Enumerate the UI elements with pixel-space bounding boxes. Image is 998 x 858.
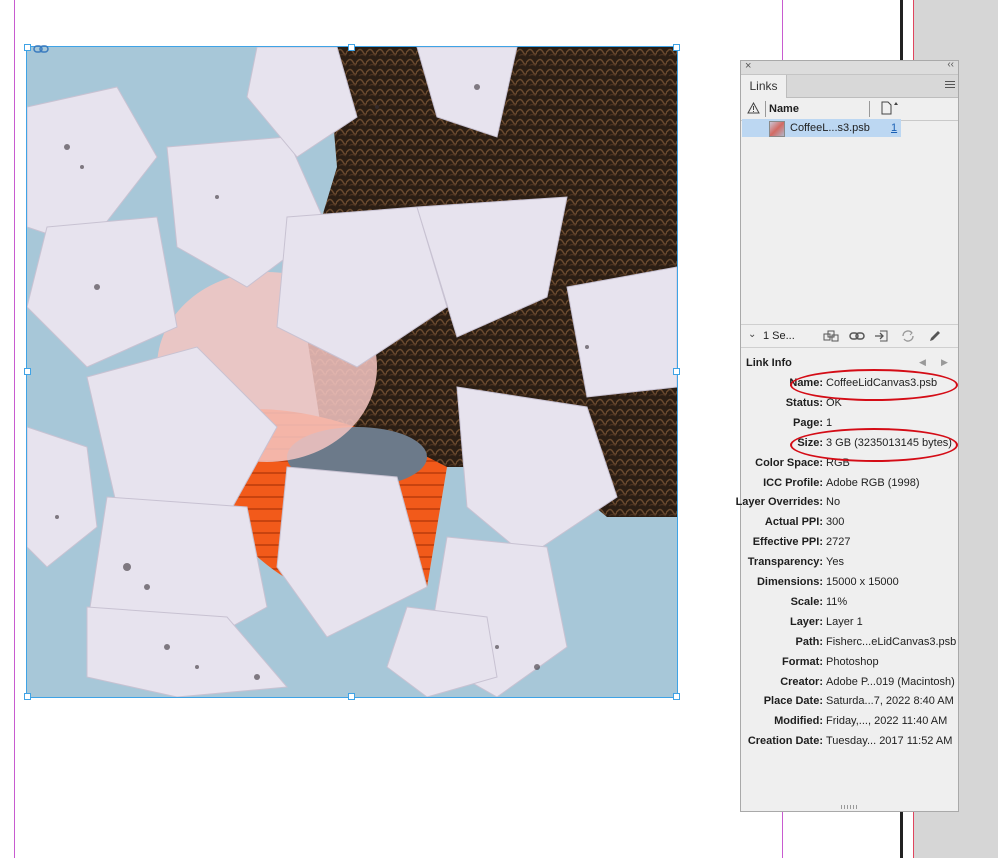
link-info-row: Layer Overrides: No — [736, 496, 958, 512]
link-info-row: Format: Photoshop — [741, 656, 958, 672]
link-info-value: Yes — [826, 556, 844, 569]
link-info-value: No — [826, 496, 841, 509]
links-toolbar: ⌄ 1 Se... — [741, 324, 958, 348]
link-info-value: Adobe RGB (1998) — [826, 476, 920, 489]
link-info-value: Layer 1 — [826, 615, 863, 628]
link-row[interactable]: CoffeeL...s3.psb 1 — [742, 119, 901, 137]
link-info-row: Creation Date: Tuesday... 2017 11:52 AM — [741, 735, 958, 751]
link-info-label: Format: — [782, 655, 823, 668]
tab-links[interactable]: Links — [741, 75, 787, 98]
frame-selection-border[interactable] — [26, 46, 678, 698]
annotation-ellipse-name — [790, 369, 958, 401]
annotation-ellipse-size — [790, 428, 958, 462]
link-info-row: Place Date: Saturda...7, 2022 8:40 AM — [741, 695, 958, 711]
link-info-label: Effective PPI: — [752, 536, 823, 549]
panel-tab-bar: Links — [741, 75, 958, 98]
link-thumbnail — [769, 121, 785, 137]
collapse-icon[interactable]: ‹‹ — [947, 59, 954, 70]
warning-icon[interactable] — [747, 101, 760, 117]
column-divider — [869, 101, 870, 117]
link-info-row: Creator: Adobe P...019 (Macintosh) — [741, 676, 958, 692]
link-info-label: Page: — [793, 416, 823, 429]
link-info-title[interactable]: Link Info — [746, 357, 792, 369]
panel-title-bar[interactable]: × ‹‹ — [741, 59, 958, 75]
link-info-row: ICC Profile: Adobe RGB (1998) — [741, 477, 958, 493]
resize-handle[interactable] — [673, 44, 680, 51]
link-info-label: Status: — [785, 396, 823, 409]
link-info-row: Layer: Layer 1 — [741, 616, 958, 632]
cc-libraries-icon[interactable] — [823, 329, 839, 343]
column-name[interactable]: Name — [769, 103, 799, 115]
chevron-down-icon[interactable]: ⌄ — [748, 329, 756, 340]
margin-guide-left — [14, 0, 15, 858]
link-info-label: Layer Overrides: — [735, 496, 823, 509]
link-info-value: Photoshop — [826, 655, 879, 668]
link-info-row: Transparency: Yes — [741, 556, 958, 572]
link-info-row: Actual PPI: 300 — [741, 516, 958, 532]
resize-handle[interactable] — [24, 368, 31, 375]
link-name: CoffeeL...s3.psb — [790, 122, 870, 134]
links-column-header: Name — [741, 98, 958, 121]
link-info-label: Creation Date: — [747, 735, 823, 748]
link-info-value: 2727 — [826, 536, 851, 549]
link-info-label: Color Space: — [755, 456, 823, 469]
relink-icon[interactable] — [849, 329, 865, 343]
link-info-row: Path: Fisherc...eLidCanvas3.psb — [741, 636, 958, 652]
page-sort-icon[interactable] — [880, 101, 900, 118]
column-divider — [765, 101, 766, 117]
close-icon[interactable]: × — [745, 60, 751, 72]
link-info-value: Tuesday... 2017 11:52 AM — [826, 735, 953, 748]
link-info-value: 11% — [826, 595, 848, 608]
resize-handle[interactable] — [673, 368, 680, 375]
link-info-label: Place Date: — [763, 695, 823, 708]
link-info-value: Fisherc...eLidCanvas3.psb — [826, 635, 957, 648]
link-badge-icon[interactable] — [33, 41, 49, 53]
next-link-icon[interactable]: ▶ — [941, 357, 948, 368]
resize-handle[interactable] — [673, 693, 680, 700]
link-info-value: 1 — [826, 416, 833, 429]
link-page-number[interactable]: 1 — [891, 122, 897, 134]
link-info-value: Friday,..., 2022 11:40 AM — [826, 715, 948, 728]
link-info-row: Effective PPI: 2727 — [741, 536, 958, 552]
link-info-value: Adobe P...019 (Macintosh) — [826, 675, 955, 688]
panel-resize-grip[interactable] — [841, 805, 857, 809]
link-info-row: Scale: 11% — [741, 596, 958, 612]
resize-handle[interactable] — [348, 693, 355, 700]
link-info-label: Dimensions: — [756, 576, 823, 588]
link-info-label: Transparency: — [747, 556, 823, 569]
link-info-value: Saturda...7, 2022 8:40 AM — [826, 695, 954, 708]
link-info-label: Actual PPI: — [764, 516, 823, 529]
edit-original-icon[interactable] — [927, 329, 941, 343]
links-panel: × ‹‹ Links Name CoffeeL...s3.psb 1 ⌄ 1 S… — [736, 59, 959, 812]
previous-link-icon[interactable]: ◀ — [919, 357, 926, 368]
go-to-link-icon[interactable] — [874, 329, 888, 343]
update-link-icon[interactable] — [900, 329, 914, 343]
resize-handle[interactable] — [24, 693, 31, 700]
link-info-label: ICC Profile: — [763, 476, 823, 489]
link-info-label: Creator: — [780, 675, 823, 688]
link-info-label: Modified: — [774, 715, 823, 728]
link-info-label: Path: — [795, 635, 824, 648]
selection-count: 1 Se... — [763, 330, 795, 342]
link-info-label: Scale: — [790, 595, 823, 608]
link-info-row: Dimensions: 15000 x 15000 — [741, 576, 958, 592]
link-info-label: Layer: — [789, 615, 823, 628]
link-info-value: 15000 x 15000 — [826, 576, 899, 588]
resize-handle[interactable] — [24, 44, 31, 51]
link-info-row: Modified: Friday,..., 2022 11:40 AM — [741, 715, 958, 731]
panel-menu-icon[interactable] — [945, 81, 955, 90]
resize-handle[interactable] — [348, 44, 355, 51]
link-info-value: 300 — [826, 516, 845, 529]
